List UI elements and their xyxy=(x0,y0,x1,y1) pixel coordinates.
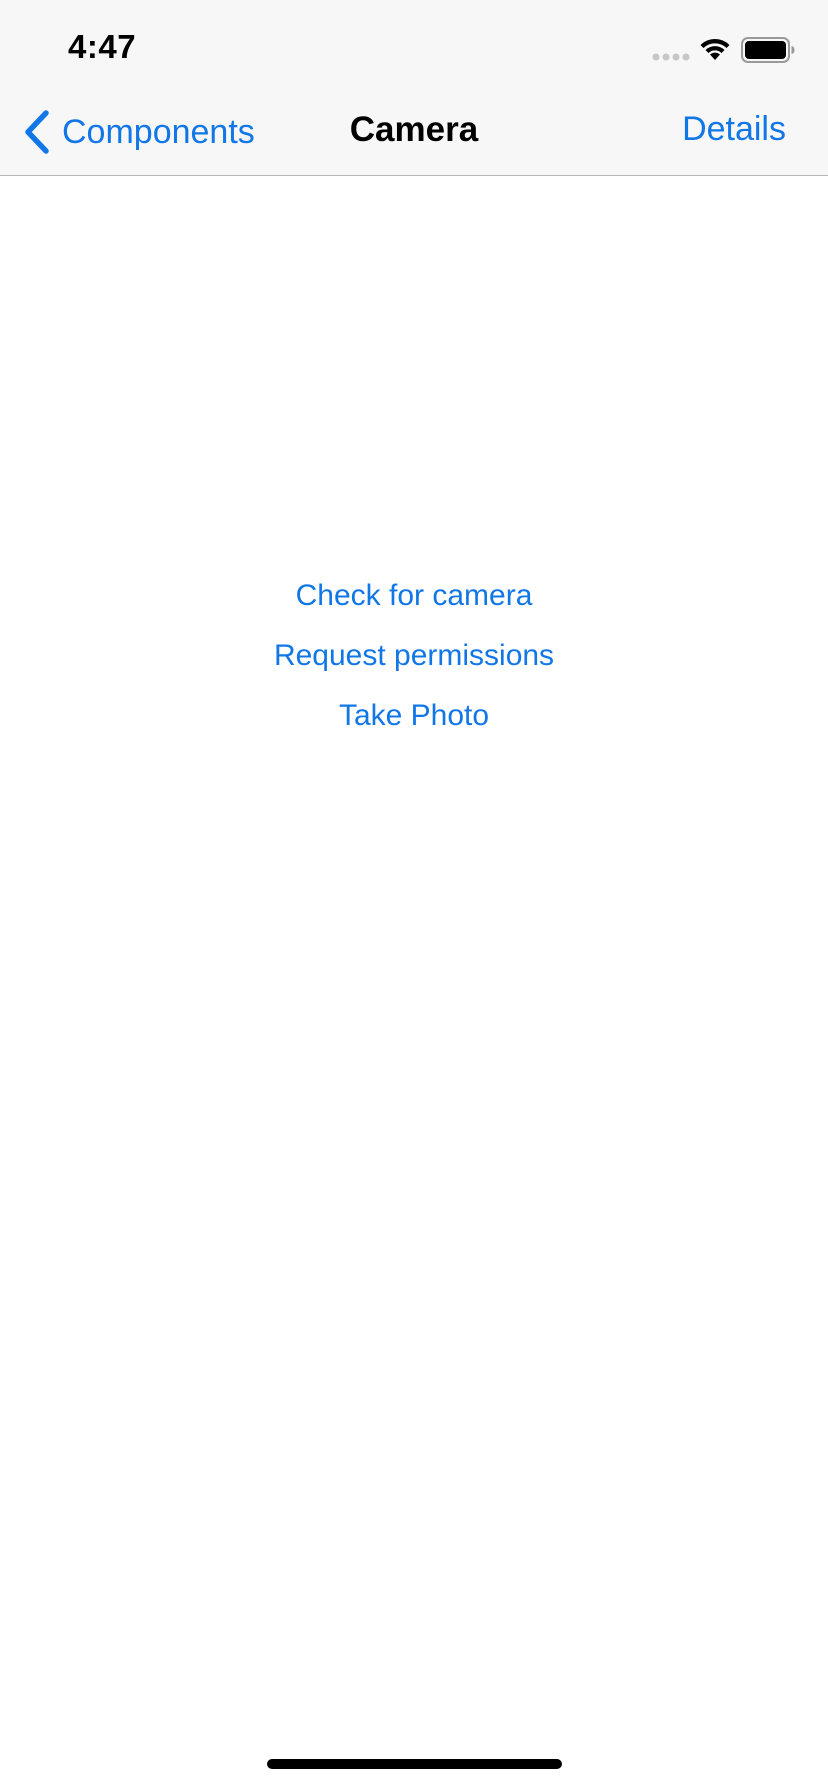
app-screen: 4:47 Components Camera Details Check for… xyxy=(0,0,828,1792)
check-camera-button[interactable]: Check for camera xyxy=(286,566,543,626)
take-photo-button[interactable]: Take Photo xyxy=(329,686,499,746)
back-button-label: Components xyxy=(62,112,255,151)
back-button[interactable]: Components xyxy=(22,106,255,158)
navigation-bar: 4:47 Components Camera Details xyxy=(0,0,828,176)
details-button[interactable]: Details xyxy=(682,110,786,149)
battery-icon xyxy=(741,37,795,63)
request-permissions-button[interactable]: Request permissions xyxy=(264,626,564,686)
wifi-icon xyxy=(700,38,730,60)
action-list: Check for camera Request permissions Tak… xyxy=(0,566,828,746)
signal-icon xyxy=(652,53,690,61)
home-indicator[interactable] xyxy=(267,1759,562,1769)
status-time: 4:47 xyxy=(68,28,137,65)
chevron-left-icon xyxy=(25,110,49,154)
